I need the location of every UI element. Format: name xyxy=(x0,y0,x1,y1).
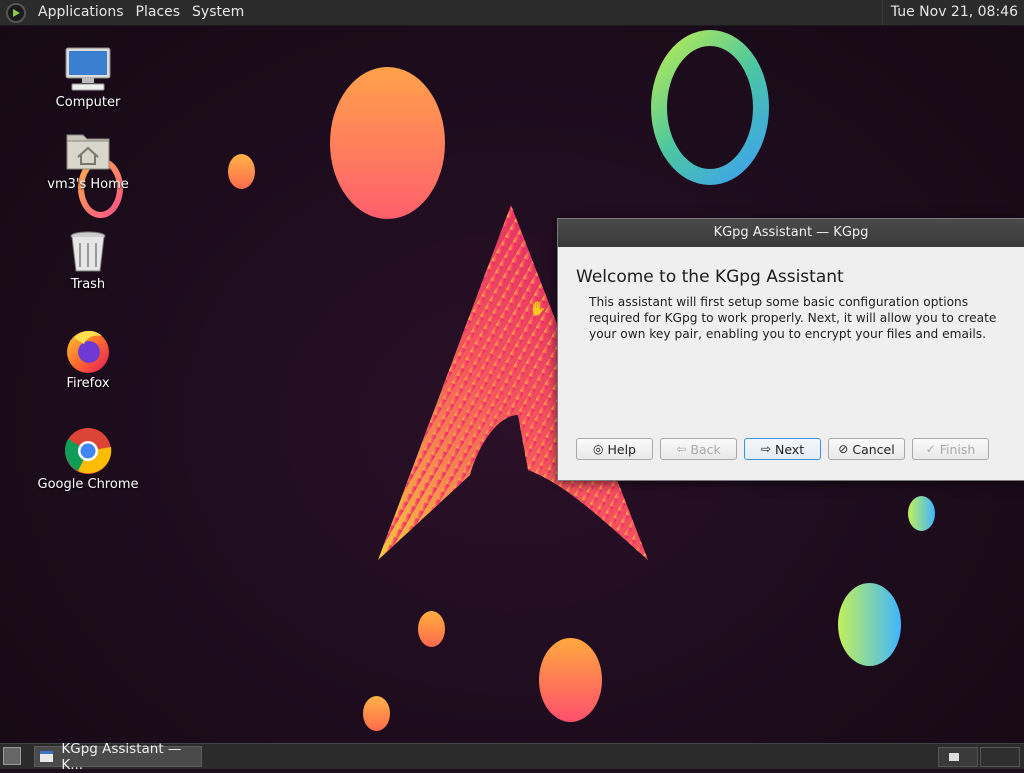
kgpg-assistant-dialog: KGpg Assistant — KGpg Welcome to the KGp… xyxy=(557,218,1024,481)
show-desktop-icon[interactable] xyxy=(3,747,21,765)
desktop-icon-home[interactable]: vm3's Home xyxy=(23,127,153,192)
back-button[interactable]: ⇦ Back xyxy=(660,438,737,460)
wallpaper-orb xyxy=(228,154,255,189)
desktop-icon-computer[interactable]: Computer xyxy=(23,45,153,110)
finish-button[interactable]: ✓ Finish xyxy=(912,438,989,460)
wallpaper-orb xyxy=(418,611,445,647)
top-panel: Applications Places System Tue Nov 21, 0… xyxy=(0,0,1024,26)
cancel-button[interactable]: ⊘ Cancel xyxy=(828,438,905,460)
clock[interactable]: Tue Nov 21, 08:46 xyxy=(881,0,1018,25)
back-button-label: Back xyxy=(690,441,721,457)
cancel-button-label: Cancel xyxy=(852,441,895,457)
finish-button-label: Finish xyxy=(939,441,976,457)
desktop-icon-label: Computer xyxy=(55,95,121,110)
bottom-panel: KGpg Assistant — K... xyxy=(0,741,1024,773)
wallpaper-orb xyxy=(330,67,445,219)
menu-places[interactable]: Places xyxy=(130,0,187,25)
desktop-icon-trash[interactable]: Trash xyxy=(23,227,153,292)
help-button[interactable]: ◎ Help xyxy=(576,438,653,460)
distro-logo-icon[interactable] xyxy=(6,2,26,23)
wallpaper-ring xyxy=(651,30,769,185)
dialog-heading: Welcome to the KGpg Assistant xyxy=(576,267,844,287)
window-icon xyxy=(40,751,54,762)
firefox-icon xyxy=(64,326,112,374)
dialog-button-row: ◎ Help ⇦ Back ⇨ Next ⊘ Cancel ✓ Finish xyxy=(576,438,989,460)
help-lifebuoy-icon: ◎ xyxy=(593,442,604,456)
trash-icon xyxy=(64,227,112,275)
hand-cursor-icon: ✋ xyxy=(529,301,547,317)
computer-icon xyxy=(64,45,112,93)
dialog-body-text: This assistant will first setup some bas… xyxy=(589,295,997,341)
back-arrow-icon: ⇦ xyxy=(676,442,687,456)
wallpaper-orb xyxy=(908,496,935,531)
menu-system[interactable]: System xyxy=(186,0,250,25)
chrome-icon xyxy=(64,427,112,475)
next-button[interactable]: ⇨ Next xyxy=(744,438,821,460)
checkmark-icon: ✓ xyxy=(925,442,936,456)
help-button-label: Help xyxy=(607,441,636,457)
menu-applications[interactable]: Applications xyxy=(32,0,130,25)
wallpaper-orb xyxy=(539,638,602,722)
taskbar-window-button[interactable]: KGpg Assistant — K... xyxy=(34,741,202,773)
desktop-icon-label: vm3's Home xyxy=(47,177,129,192)
next-button-label: Next xyxy=(774,441,805,457)
desktop-icon-label: Google Chrome xyxy=(37,477,139,492)
cancel-icon: ⊘ xyxy=(838,442,849,456)
next-arrow-icon: ⇨ xyxy=(760,442,771,456)
desktop-icon-firefox[interactable]: Firefox xyxy=(23,326,153,391)
home-folder-icon xyxy=(64,127,112,175)
wallpaper-orb xyxy=(838,583,901,666)
workspace-2[interactable] xyxy=(980,747,1020,767)
desktop-icon-label: Trash xyxy=(70,277,106,292)
wallpaper-orb xyxy=(363,696,390,731)
workspace-1[interactable] xyxy=(938,747,978,767)
desktop-icon-chrome[interactable]: Google Chrome xyxy=(23,427,153,492)
dialog-titlebar[interactable]: KGpg Assistant — KGpg xyxy=(558,219,1024,247)
desktop-icon-label: Firefox xyxy=(66,376,110,391)
